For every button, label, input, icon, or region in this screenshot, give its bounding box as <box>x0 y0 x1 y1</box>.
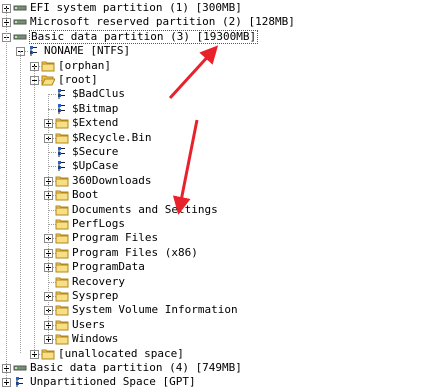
arrow-to-documents-and-settings <box>172 119 199 215</box>
arrow-to-partition-size <box>168 45 219 100</box>
annotation-arrows <box>168 45 219 215</box>
